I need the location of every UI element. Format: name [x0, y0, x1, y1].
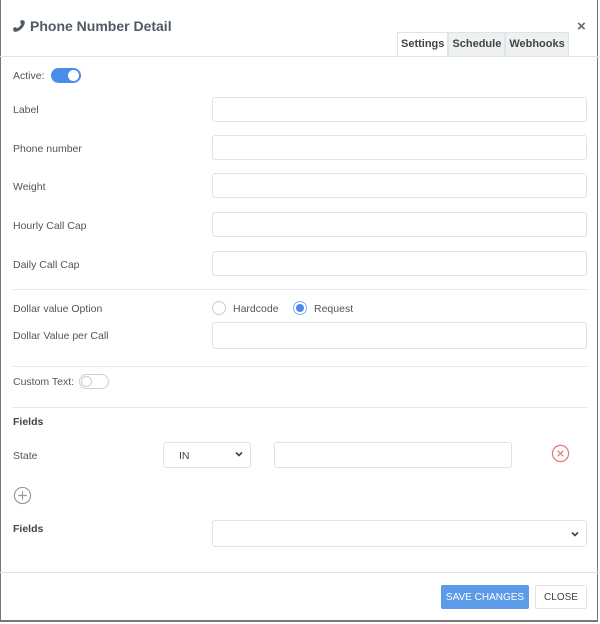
- phone-number-label: Phone number: [13, 143, 82, 155]
- field-operator-select[interactable]: IN: [163, 442, 251, 468]
- modal-title: Phone Number Detail: [12, 18, 172, 34]
- field-value-input[interactable]: [274, 442, 512, 468]
- divider: [12, 289, 587, 290]
- phone-icon: [13, 20, 25, 32]
- chevron-down-icon: [571, 531, 579, 537]
- hourly-call-cap-input[interactable]: [212, 212, 587, 237]
- active-toggle[interactable]: [51, 68, 81, 83]
- modal-title-text: Phone Number Detail: [30, 18, 172, 34]
- toggle-knob: [81, 376, 92, 387]
- tab-settings[interactable]: Settings: [397, 32, 449, 56]
- divider: [12, 366, 587, 367]
- dollar-value-per-call-label: Dollar Value per Call: [13, 330, 109, 342]
- divider: [12, 407, 587, 408]
- chevron-down-icon: [235, 451, 243, 457]
- radio-hardcode[interactable]: [212, 301, 226, 315]
- close-button[interactable]: CLOSE: [535, 585, 587, 609]
- modal-header: Phone Number Detail × Settings Schedule …: [0, 0, 600, 57]
- radio-request-label: Request: [314, 303, 354, 315]
- field-row-label: State: [13, 450, 38, 462]
- custom-text-toggle[interactable]: [79, 374, 109, 389]
- close-icon[interactable]: ×: [577, 18, 586, 35]
- plus-circle-icon[interactable]: [13, 486, 32, 505]
- x-circle-icon[interactable]: [551, 444, 570, 463]
- daily-call-cap-input[interactable]: [212, 251, 587, 276]
- label-field-label: Label: [13, 104, 39, 116]
- tab-bar: Settings Schedule Webhooks: [397, 32, 569, 56]
- save-changes-button[interactable]: SAVE CHANGES: [441, 585, 529, 609]
- phone-number-input[interactable]: [212, 135, 587, 160]
- custom-text-label: Custom Text:: [13, 376, 75, 388]
- daily-call-cap-label: Daily Call Cap: [13, 259, 80, 271]
- label-input[interactable]: [212, 97, 587, 122]
- fields-heading: Fields: [13, 416, 44, 428]
- radio-hardcode-label: Hardcode: [233, 303, 279, 315]
- toggle-knob: [68, 70, 79, 81]
- hourly-call-cap-label: Hourly Call Cap: [13, 220, 87, 232]
- dollar-value-option-label: Dollar value Option: [13, 303, 103, 315]
- field-operator-value: IN: [179, 450, 190, 462]
- tab-webhooks[interactable]: Webhooks: [505, 32, 569, 56]
- footer-divider: [0, 572, 600, 573]
- weight-input[interactable]: [212, 173, 587, 198]
- weight-label: Weight: [13, 181, 46, 193]
- tab-schedule[interactable]: Schedule: [448, 32, 506, 56]
- fields-select-label: Fields: [13, 523, 44, 535]
- active-label: Active:: [13, 70, 45, 82]
- radio-request[interactable]: [293, 301, 307, 315]
- dollar-value-per-call-input[interactable]: [212, 322, 587, 349]
- fields-select[interactable]: [212, 520, 587, 547]
